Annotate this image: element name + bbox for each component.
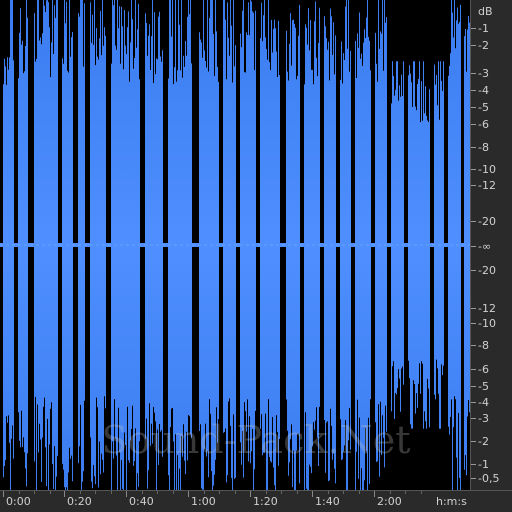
time-minor-tick	[18, 491, 20, 494]
time-tick	[126, 491, 127, 497]
time-tick	[3, 491, 4, 497]
time-minor-tick	[141, 491, 143, 494]
time-label: 0:40	[129, 495, 154, 508]
db-tick	[471, 418, 476, 419]
time-minor-tick	[296, 491, 298, 494]
time-tick	[374, 491, 375, 497]
time-label: 1:20	[253, 495, 278, 508]
db-tick	[471, 441, 476, 442]
db-label: -1	[478, 458, 489, 471]
db-label: -1	[478, 22, 489, 35]
db-label: dB	[478, 5, 493, 18]
db-label: -20	[478, 215, 496, 228]
db-label: -10	[478, 317, 496, 330]
db-tick	[471, 221, 476, 222]
db-label: -20	[478, 264, 496, 277]
db-tick	[471, 246, 476, 247]
db-label: -12	[478, 179, 496, 192]
db-tick	[471, 386, 476, 387]
db-tick	[471, 369, 476, 370]
time-minor-tick	[358, 491, 360, 494]
db-label: -3	[478, 412, 489, 425]
db-tick	[471, 45, 476, 46]
db-scale-ruler: dB -1 -2 -3 -4 -5 -6 -8 -10 -12 -20 -∞ -20 -12 -10 -8 -6…	[470, 0, 512, 490]
db-label: -4	[478, 84, 489, 97]
db-tick	[471, 90, 476, 91]
db-label: -2	[478, 435, 489, 448]
db-tick	[471, 169, 476, 170]
time-minor-tick	[343, 491, 344, 494]
time-minor-tick	[389, 491, 391, 494]
db-label: -8	[478, 339, 489, 352]
time-minor-tick	[281, 491, 282, 494]
db-label: -4	[478, 396, 489, 409]
db-tick	[471, 185, 476, 186]
time-minor-tick	[49, 491, 51, 494]
db-tick	[471, 147, 476, 148]
time-label: 2:00	[377, 495, 402, 508]
time-minor-tick	[420, 491, 422, 494]
time-minor-tick	[110, 491, 112, 494]
db-label: -0,5	[478, 472, 500, 485]
time-minor-tick	[234, 491, 236, 494]
db-label: -12	[478, 302, 496, 315]
waveform-editor[interactable]: dB -1 -2 -3 -4 -5 -6 -8 -10 -12 -20 -∞ -20 -12 -10 -8 -6…	[0, 0, 512, 512]
db-tick	[471, 464, 476, 465]
db-tick	[471, 402, 476, 403]
time-label: 1:40	[315, 495, 340, 508]
time-minor-tick	[79, 491, 81, 494]
time-tick	[188, 491, 189, 497]
time-minor-tick	[203, 491, 205, 494]
db-label: -5	[478, 380, 489, 393]
time-minor-tick	[34, 491, 35, 494]
db-label: -2	[478, 39, 489, 52]
db-tick	[471, 323, 476, 324]
time-tick	[250, 491, 251, 497]
db-tick	[471, 478, 476, 479]
db-label: -6	[478, 118, 489, 131]
time-ruler[interactable]: 0:00 0:20 0:40 1:00 1:20 1:40 2:00 h:m:s	[0, 490, 512, 512]
time-minor-tick	[95, 491, 96, 494]
db-tick	[471, 345, 476, 346]
time-minor-tick	[327, 491, 329, 494]
time-minor-tick	[219, 491, 220, 494]
db-label: -6	[478, 363, 489, 376]
db-tick	[471, 28, 476, 29]
db-tick	[471, 124, 476, 125]
db-label: -3	[478, 67, 489, 80]
waveform-display[interactable]	[0, 0, 470, 490]
time-minor-tick	[172, 491, 174, 494]
db-tick	[471, 107, 476, 108]
time-label: 0:20	[67, 495, 92, 508]
db-label: -∞	[478, 240, 492, 253]
time-tick	[64, 491, 65, 497]
db-label: -5	[478, 101, 489, 114]
time-minor-tick	[405, 491, 406, 494]
db-tick	[471, 308, 476, 309]
time-label: 0:00	[6, 495, 31, 508]
db-label: -8	[478, 141, 489, 154]
db-tick	[471, 73, 476, 74]
time-label: 1:00	[191, 495, 216, 508]
time-tick	[312, 491, 313, 497]
db-tick	[471, 270, 476, 271]
time-minor-tick	[157, 491, 158, 494]
db-label: -10	[478, 163, 496, 176]
time-unit-label: h:m:s	[436, 495, 467, 508]
time-minor-tick	[265, 491, 267, 494]
